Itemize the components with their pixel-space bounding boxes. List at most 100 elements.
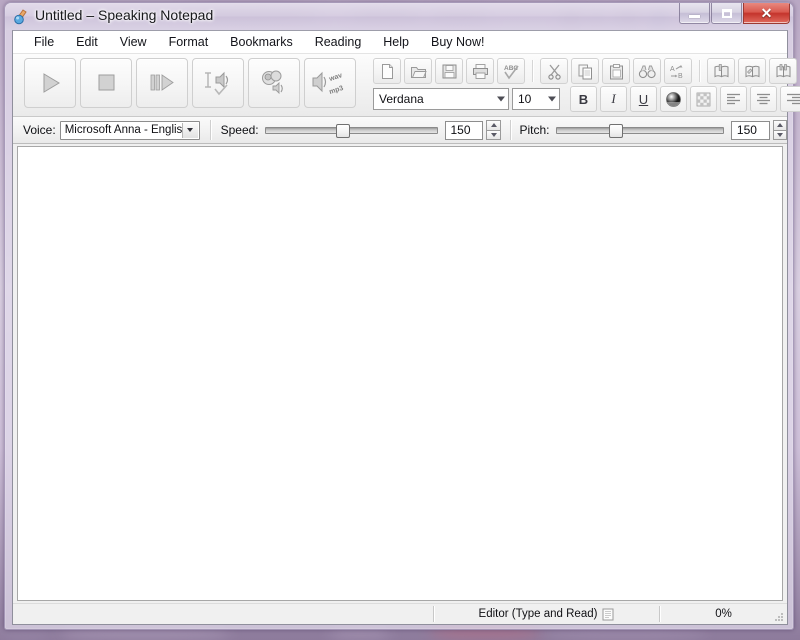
resize-grip[interactable] <box>773 611 785 623</box>
font-family-value: Verdana <box>379 92 424 106</box>
pitch-spin-down[interactable] <box>772 130 788 140</box>
status-mode-cell[interactable]: Editor (Type and Read) <box>434 605 659 623</box>
replace-b-label: B <box>678 73 683 80</box>
minimize-icon <box>689 14 700 18</box>
speed-spin-down[interactable] <box>486 130 501 140</box>
speech-settings-bar: Voice: Microsoft Anna - English Speed: 1… <box>13 117 788 144</box>
copy-button[interactable] <box>571 58 599 84</box>
menu-edit[interactable]: Edit <box>65 32 109 52</box>
window-title: Untitled – Speaking Notepad <box>35 7 214 23</box>
add-bookmark-button[interactable] <box>707 58 735 84</box>
speed-slider[interactable] <box>264 123 438 138</box>
pitch-slider-thumb[interactable] <box>609 123 624 138</box>
toolbar-separator <box>532 60 533 82</box>
font-size-select[interactable]: 10 <box>512 88 560 110</box>
speed-spinner[interactable] <box>486 120 501 140</box>
book-edit-icon <box>745 65 759 77</box>
close-button[interactable]: ✕ <box>743 3 790 24</box>
chevron-down-icon <box>497 96 505 102</box>
checkerboard-icon <box>696 92 711 106</box>
goto-bookmark-button[interactable] <box>769 58 797 84</box>
spellcheck-button[interactable]: ABC <box>497 58 525 84</box>
maximize-button[interactable] <box>711 3 742 24</box>
font-size-value: 10 <box>518 92 532 106</box>
book-add-icon <box>714 63 728 77</box>
stop-button[interactable] <box>80 58 132 108</box>
print-button[interactable] <box>466 58 494 84</box>
font-color-button[interactable] <box>660 86 687 112</box>
format-toolbar: Verdana 10 B I U <box>373 86 800 112</box>
caret-down-icon <box>776 132 783 137</box>
menu-reading[interactable]: Reading <box>304 32 373 52</box>
menu-view[interactable]: View <box>109 32 158 52</box>
file-toolbar: ABC A B <box>373 58 800 84</box>
clipboard-icon <box>609 63 623 79</box>
binoculars-icon <box>638 65 656 78</box>
svg-text:mp3: mp3 <box>328 85 344 96</box>
export-audio-button[interactable]: wav mp3 <box>304 58 356 108</box>
desktop-blur-artifact <box>60 629 230 637</box>
pause-button[interactable] <box>136 58 188 108</box>
speed-value-input[interactable]: 150 <box>444 120 484 140</box>
status-left-cell <box>13 605 433 623</box>
menu-bookmarks[interactable]: Bookmarks <box>219 32 304 52</box>
menu-file[interactable]: File <box>23 32 65 52</box>
speed-slider-thumb[interactable] <box>336 123 351 138</box>
speed-spin-up[interactable] <box>486 120 501 131</box>
status-mode-text: Editor (Type and Read) <box>478 608 598 620</box>
cut-button[interactable] <box>540 58 568 84</box>
pitch-slider[interactable] <box>555 123 724 138</box>
minimize-button[interactable] <box>679 3 710 24</box>
open-button[interactable] <box>404 58 432 84</box>
caret-down-icon <box>490 132 497 137</box>
find-button[interactable] <box>633 58 661 84</box>
read-from-cursor-button[interactable] <box>192 58 244 108</box>
close-icon: ✕ <box>760 5 773 21</box>
pitch-slider-track <box>555 126 724 134</box>
voice-select[interactable]: Microsoft Anna - English <box>59 120 200 140</box>
edit-bookmark-button[interactable] <box>738 58 766 84</box>
align-left-button[interactable] <box>720 86 747 112</box>
editor-container <box>13 144 787 603</box>
voices-button[interactable] <box>248 58 300 108</box>
copy-icon <box>578 64 592 79</box>
text-editor[interactable] <box>17 146 783 601</box>
align-right-icon <box>787 93 800 104</box>
speech-toolbar: wav mp3 <box>24 58 356 108</box>
play-button[interactable] <box>24 58 76 108</box>
new-button[interactable] <box>373 58 401 84</box>
wav-mp3-export-icon: wav mp3 <box>312 71 344 96</box>
pitch-spinner[interactable] <box>772 120 788 140</box>
chevron-down-icon[interactable] <box>181 122 198 138</box>
status-progress-cell: 0% <box>715 608 732 620</box>
scissors-icon <box>547 64 561 80</box>
replace-a-label: A <box>670 66 675 73</box>
font-family-select[interactable]: Verdana <box>373 88 509 110</box>
pitch-label: Pitch: <box>519 123 550 137</box>
paste-button[interactable] <box>602 58 630 84</box>
toolbar-separator <box>699 60 700 82</box>
align-right-button[interactable] <box>780 86 800 112</box>
bold-button[interactable]: B <box>570 86 597 112</box>
speed-slider-track <box>264 126 438 134</box>
color-sphere-icon <box>666 91 681 107</box>
menu-help[interactable]: Help <box>372 32 420 52</box>
title-bar[interactable]: Untitled – Speaking Notepad ✕ <box>5 3 793 30</box>
caret-up-icon <box>490 123 497 128</box>
highlight-color-button[interactable] <box>690 86 717 112</box>
save-button[interactable] <box>435 58 463 84</box>
status-bar: Editor (Type and Read) 0% <box>13 603 787 624</box>
toolbar-area: wav mp3 ABC A B Verdana 10 B I U <box>13 54 800 117</box>
align-center-icon <box>757 93 770 104</box>
italic-button[interactable]: I <box>600 86 627 112</box>
document-icon <box>602 608 614 621</box>
menu-format[interactable]: Format <box>158 32 220 52</box>
underline-button[interactable]: U <box>630 86 657 112</box>
pitch-value-input[interactable]: 150 <box>730 120 770 140</box>
align-center-button[interactable] <box>750 86 777 112</box>
pitch-spin-up[interactable] <box>772 120 788 131</box>
replace-button[interactable]: A B <box>664 58 692 84</box>
cursor-speaker-icon <box>205 71 229 96</box>
menu-buy-now[interactable]: Buy Now! <box>420 32 496 52</box>
align-left-icon <box>727 93 740 104</box>
